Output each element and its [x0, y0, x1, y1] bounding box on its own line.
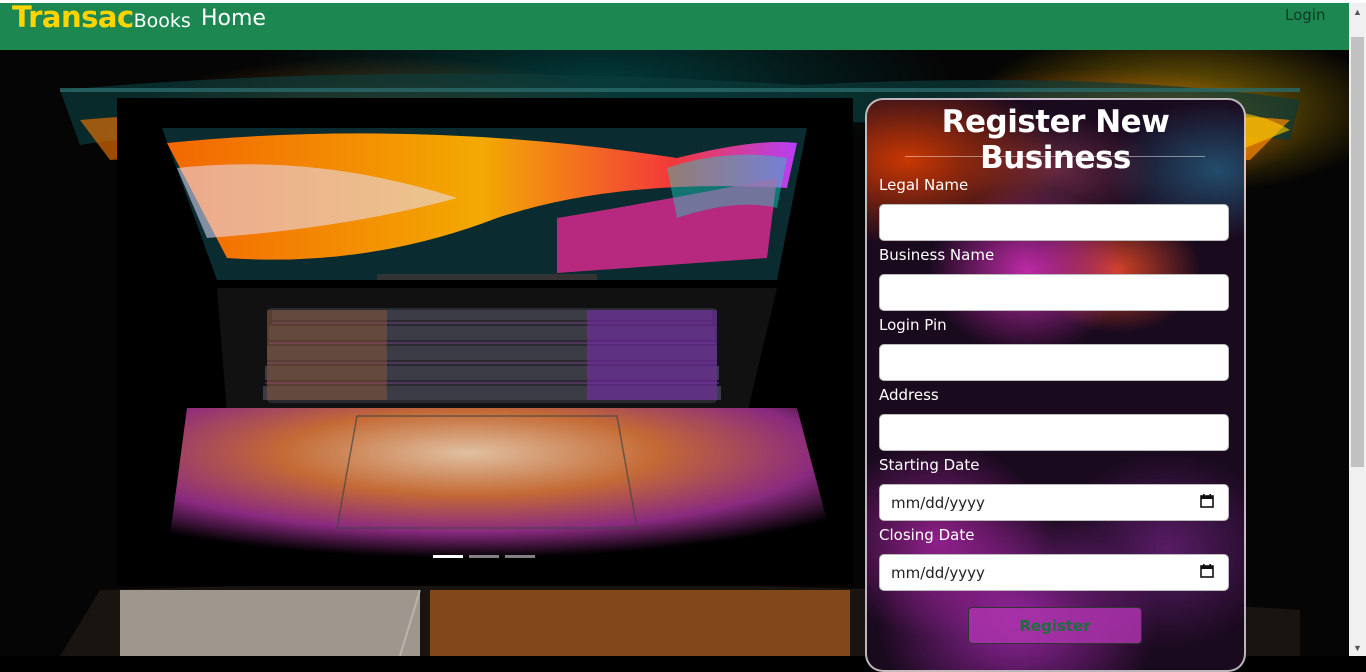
- login-pin-input[interactable]: [879, 344, 1229, 381]
- closing-date-placeholder: mm/dd/yyyy: [891, 564, 985, 582]
- register-business-form: Register New Business Legal Name Busines…: [865, 98, 1246, 672]
- carousel-indicator-3[interactable]: [505, 555, 535, 558]
- nav-home-link[interactable]: Home: [201, 6, 266, 31]
- brand-main-text: Transac: [12, 0, 134, 34]
- calendar-icon[interactable]: [1200, 494, 1214, 508]
- form-title: Register New Business: [941, 104, 1170, 176]
- starting-date-label: Starting Date: [879, 456, 980, 474]
- image-carousel[interactable]: [117, 98, 853, 586]
- carousel-indicators: [433, 555, 535, 558]
- calendar-icon[interactable]: [1200, 564, 1214, 578]
- navbar: Transac Books Home Login: [0, 0, 1349, 50]
- nav-login-link[interactable]: Login: [1285, 6, 1325, 24]
- starting-date-input[interactable]: mm/dd/yyyy: [879, 484, 1229, 521]
- laptop-image: [117, 128, 853, 586]
- scroll-down-arrow-icon[interactable]: ▼: [1349, 639, 1366, 656]
- carousel-indicator-1[interactable]: [433, 555, 463, 558]
- scrollbar-thumb[interactable]: [1351, 37, 1364, 467]
- register-button[interactable]: Register: [968, 607, 1142, 644]
- business-name-input[interactable]: [879, 274, 1229, 311]
- carousel-indicator-2[interactable]: [469, 555, 499, 558]
- closing-date-input[interactable]: mm/dd/yyyy: [879, 554, 1229, 591]
- legal-name-input[interactable]: [879, 204, 1229, 241]
- login-pin-label: Login Pin: [879, 316, 947, 334]
- brand-sub-text: Books: [133, 10, 191, 32]
- legal-name-label: Legal Name: [879, 176, 969, 194]
- scroll-up-arrow-icon[interactable]: ▲: [1349, 3, 1366, 20]
- closing-date-label: Closing Date: [879, 526, 975, 544]
- business-name-label: Business Name: [879, 246, 995, 264]
- brand-logo[interactable]: Transac Books: [12, 0, 191, 40]
- address-input[interactable]: [879, 414, 1229, 451]
- starting-date-placeholder: mm/dd/yyyy: [891, 494, 985, 512]
- address-label: Address: [879, 386, 939, 404]
- vertical-scrollbar[interactable]: ▲ ▼: [1349, 3, 1366, 656]
- form-divider: [905, 156, 1205, 157]
